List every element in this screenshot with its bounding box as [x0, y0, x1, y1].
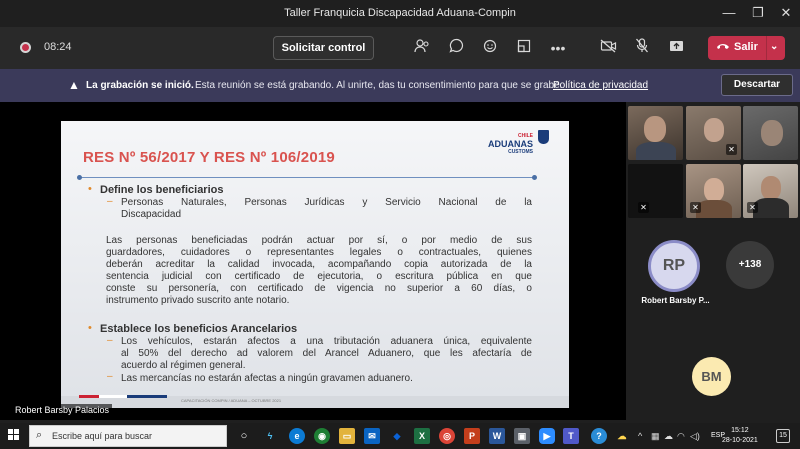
clock-date: 28-10-2021 — [722, 437, 758, 444]
windows-start-icon[interactable] — [8, 429, 20, 441]
leave-button[interactable]: Salir ⌄ — [708, 36, 785, 60]
section1-item-line1: Personas Naturales, Personas Jurídicas y… — [121, 197, 532, 208]
section2-item1-line: Los vehículos, estarán afectos a una tri… — [121, 336, 532, 347]
reactions-icon[interactable] — [479, 37, 501, 59]
sub-bullet-icon: – — [107, 196, 113, 207]
mic-off-icon: ✕ — [747, 202, 758, 213]
participant-video-tile[interactable]: ✕ — [743, 164, 798, 218]
avatar[interactable]: BM — [692, 357, 731, 396]
volume-icon[interactable]: ◁) — [690, 431, 700, 442]
app-icon[interactable]: ϟ — [262, 428, 278, 444]
phone-icon — [716, 41, 730, 54]
zoom-icon[interactable]: ▶ — [539, 428, 555, 444]
dismiss-button[interactable]: Descartar — [721, 74, 793, 96]
participant-video-tile[interactable]: ✕ — [628, 164, 683, 218]
browser-icon[interactable]: ◉ — [314, 428, 330, 444]
paragraph-line: Las personas beneficiadas podrán actuar … — [106, 235, 532, 246]
camera-off-icon[interactable] — [597, 37, 619, 59]
warning-icon: ▲ — [68, 78, 80, 92]
banner-title: La grabación se inició. — [86, 80, 194, 91]
chevron-up-icon[interactable]: ^ — [638, 431, 642, 441]
mic-off-icon[interactable] — [631, 37, 653, 59]
recording-icon — [20, 42, 31, 53]
teams-icon[interactable]: T — [563, 428, 579, 444]
logo-main: ADUANAS — [488, 139, 533, 149]
mic-off-icon: ✕ — [638, 202, 649, 213]
search-icon: ⌕ — [36, 429, 43, 441]
word-icon[interactable]: W — [489, 428, 505, 444]
title-divider — [79, 177, 535, 178]
powerpoint-icon[interactable]: P — [464, 428, 480, 444]
chrome-icon[interactable]: ◎ — [439, 428, 455, 444]
chevron-down-icon[interactable]: ⌄ — [770, 41, 778, 52]
share-screen-icon[interactable] — [665, 37, 687, 59]
request-control-button[interactable]: Solicitar control — [273, 36, 374, 60]
minimize-icon[interactable]: — — [720, 5, 738, 20]
bullet-icon: • — [88, 183, 92, 195]
file-explorer-icon[interactable]: ▭ — [339, 428, 355, 444]
mic-off-icon: ✕ — [690, 202, 701, 213]
logo-bottom: CUSTOMS — [508, 149, 533, 155]
privacy-policy-link[interactable]: Política de privacidad — [553, 80, 648, 91]
banner-text: Esta reunión se está grabando. Al unirte… — [195, 80, 563, 91]
section1-heading: Define los beneficiarios — [100, 184, 224, 196]
network-icon[interactable]: ▦ — [651, 431, 660, 442]
slide-title: RES Nº 56/2017 Y RES Nº 106/2019 — [83, 149, 335, 166]
presenter-name-label: Robert Barsby Palacios — [12, 404, 113, 416]
chat-icon[interactable] — [445, 37, 467, 59]
mic-off-icon: ✕ — [726, 144, 737, 155]
recording-banner: ▲ La grabación se inició. Esta reunión s… — [0, 69, 800, 102]
leave-label: Salir — [734, 41, 758, 53]
section2-item1-line: acuerdo al régimen general. — [121, 360, 246, 371]
close-icon[interactable]: ✕ — [777, 5, 795, 21]
slide-footer-text: CAPACITACIÓN COMPIN / ADUANA – OCTUBRE 2… — [181, 398, 282, 403]
section2-item1-line: al 50% del derecho ad valorem del Arance… — [121, 348, 532, 359]
paragraph-line: sentencia judicial con certificado de ej… — [106, 271, 532, 282]
meeting-toolbar: 08:24 Solicitar control ••• Salir ⌄ — [0, 27, 800, 69]
mail-icon[interactable]: ✉ — [364, 428, 380, 444]
windows-taskbar: ⌕ Escribe aquí para buscar ○ ϟ e ◉ ▭ ✉ ◆… — [0, 423, 800, 449]
photos-icon[interactable]: ▣ — [514, 428, 530, 444]
window-title: Taller Franquicia Discapacidad Aduana-Co… — [284, 7, 516, 19]
paragraph-line: conste su personería, con certificado de… — [106, 283, 532, 294]
weather-icon[interactable]: ☁ — [614, 428, 630, 444]
excel-icon[interactable]: X — [414, 428, 430, 444]
app-icon[interactable]: ? — [591, 428, 607, 444]
rooms-icon[interactable] — [513, 37, 535, 59]
participant-name: Robert Barsby P... — [641, 296, 710, 305]
window-titlebar: Taller Franquicia Discapacidad Aduana-Co… — [0, 0, 800, 27]
more-participants-button[interactable]: +138 — [726, 241, 774, 289]
avatar[interactable]: RP — [648, 240, 700, 292]
meeting-timer: 08:24 — [44, 41, 72, 53]
participant-video-tile[interactable] — [743, 106, 798, 160]
dropbox-icon[interactable]: ◆ — [389, 428, 405, 444]
logo-shield-icon — [538, 130, 549, 144]
participant-video-tile[interactable] — [628, 106, 683, 160]
section1-item-line2: Discapacidad — [121, 209, 182, 220]
clock-time: 15:12 — [731, 427, 749, 434]
aduanas-logo: CHILE ADUANAS CUSTOMS — [488, 132, 533, 156]
section2-heading: Establece los beneficios Arancelarios — [100, 323, 298, 335]
participant-video-tile[interactable]: ✕ — [686, 164, 741, 218]
section2-item2: Las mercancías no estarán afectas a ning… — [121, 373, 413, 384]
paragraph-line: deberán acreditar la calidad invocada, a… — [106, 259, 532, 270]
search-placeholder: Escribe aquí para buscar — [52, 431, 153, 441]
taskbar-clock[interactable]: 15:12 28-10-2021 — [722, 426, 758, 446]
maximize-icon[interactable]: ❐ — [749, 5, 767, 21]
presentation-slide: CHILE ADUANAS CUSTOMS RES Nº 56/2017 Y R… — [61, 121, 569, 408]
people-icon[interactable] — [411, 37, 433, 59]
bullet-icon: • — [88, 322, 92, 334]
onedrive-icon[interactable]: ☁ — [664, 431, 673, 442]
more-options-icon[interactable]: ••• — [547, 37, 569, 59]
wifi-icon[interactable]: ◠ — [677, 431, 685, 442]
sub-bullet-icon: – — [107, 371, 113, 382]
sub-bullet-icon: – — [107, 335, 113, 346]
task-view-icon[interactable]: ○ — [236, 428, 252, 444]
paragraph-line: instrumento privado suscrito ante notari… — [106, 295, 290, 306]
paragraph-line: guardadores, cuidadores o representantes… — [106, 247, 532, 258]
participant-video-tile[interactable]: ✕ — [686, 106, 741, 160]
taskbar-search-input[interactable]: ⌕ Escribe aquí para buscar — [29, 425, 227, 447]
edge-icon[interactable]: e — [289, 428, 305, 444]
notification-icon[interactable]: 15 — [776, 429, 790, 443]
